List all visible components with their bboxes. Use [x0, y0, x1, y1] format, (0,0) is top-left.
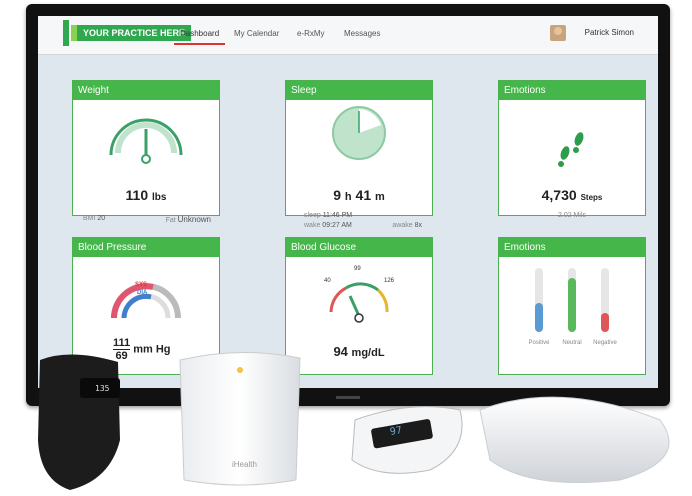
emotion-bar-negative: [601, 268, 609, 332]
weight-unit: lbs: [152, 192, 167, 203]
card-title: Blood Pressure: [73, 238, 219, 257]
wake-label: wake: [304, 222, 321, 229]
card-title: Sleep: [286, 81, 432, 100]
avatar[interactable]: [550, 25, 566, 41]
card-title: Weight: [73, 81, 219, 100]
card-title: Blood Glucose: [286, 238, 432, 257]
practice-logo[interactable]: YOUR PRACTICE HERE: [62, 20, 192, 46]
hours-unit: h: [344, 191, 352, 203]
emotion-bar-fill: [601, 313, 609, 332]
weight-card[interactable]: Weight 110 lbs BMI 20 Fat Unknown: [72, 80, 220, 224]
tab-messages[interactable]: Messages: [344, 29, 380, 38]
steps-distance: 2.02 Mils: [557, 212, 586, 219]
sleep-card[interactable]: Sleep 9 h 41 m sleep 11:46 PM wake 09:27…: [285, 80, 433, 229]
bmi-value: 20: [97, 215, 106, 222]
sleep-time: 11:46 PM: [322, 212, 353, 219]
wake-time: 09:27 AM: [322, 222, 352, 229]
fat-label: Fat: [165, 217, 176, 224]
sleep-minutes: 41: [355, 187, 372, 203]
glucose-meter-pod-icon: [479, 396, 670, 483]
tab-erxmy[interactable]: e-RxMy: [297, 29, 325, 38]
weight-value: 110: [125, 187, 149, 203]
emotion-bar-positive: [535, 268, 543, 332]
bmi-label: BMI: [83, 215, 96, 222]
sys-label: SYS: [135, 282, 148, 288]
emotion-bar-fill: [568, 278, 576, 332]
tab-my-calendar[interactable]: My Calendar: [234, 29, 279, 38]
oximeter-display: 97: [389, 425, 403, 438]
glucose-mid-mark: 99: [354, 266, 361, 272]
cuff-brand-label: iHealth: [232, 460, 257, 469]
emotion-bar-fill: [535, 303, 543, 332]
fitness-band-display: 135: [95, 384, 110, 393]
pulse-oximeter-icon: [351, 406, 463, 474]
fat-value: Unknown: [177, 215, 211, 224]
fitness-band-icon: [38, 354, 120, 490]
steps-card[interactable]: Emotions 4,730 Steps 2.02 Mils: [498, 80, 646, 219]
dashboard-screen: YOUR PRACTICE HERE Dashboard My Calendar…: [38, 16, 658, 388]
glucose-high-mark: 126: [384, 278, 395, 284]
dia-label: DIA: [137, 290, 148, 296]
card-title: Emotions: [499, 238, 645, 257]
awake-label: awake: [392, 222, 413, 229]
glucose-low-mark: 40: [324, 278, 331, 284]
steps-unit: Steps: [580, 193, 603, 202]
sleep-label: sleep: [304, 212, 321, 219]
emotion-bar-neutral: [568, 268, 576, 332]
clock-icon: [332, 106, 386, 160]
blood-pressure-gauge-icon: [111, 283, 181, 319]
footprints-icon: [558, 132, 584, 167]
card-title: Emotions: [499, 81, 645, 100]
awake-count: 8x: [414, 222, 422, 229]
minutes-unit: m: [375, 191, 385, 203]
weight-gauge-icon: [109, 118, 183, 164]
glucose-gauge-icon: [329, 282, 389, 323]
devices-foreground: [38, 352, 670, 490]
steps-value: 4,730: [541, 187, 577, 203]
tab-dashboard[interactable]: Dashboard: [173, 29, 226, 45]
sleep-hours: 9: [333, 187, 342, 203]
top-navbar: YOUR PRACTICE HERE Dashboard My Calendar…: [38, 16, 658, 55]
user-name[interactable]: Patrick Simon: [585, 28, 634, 37]
